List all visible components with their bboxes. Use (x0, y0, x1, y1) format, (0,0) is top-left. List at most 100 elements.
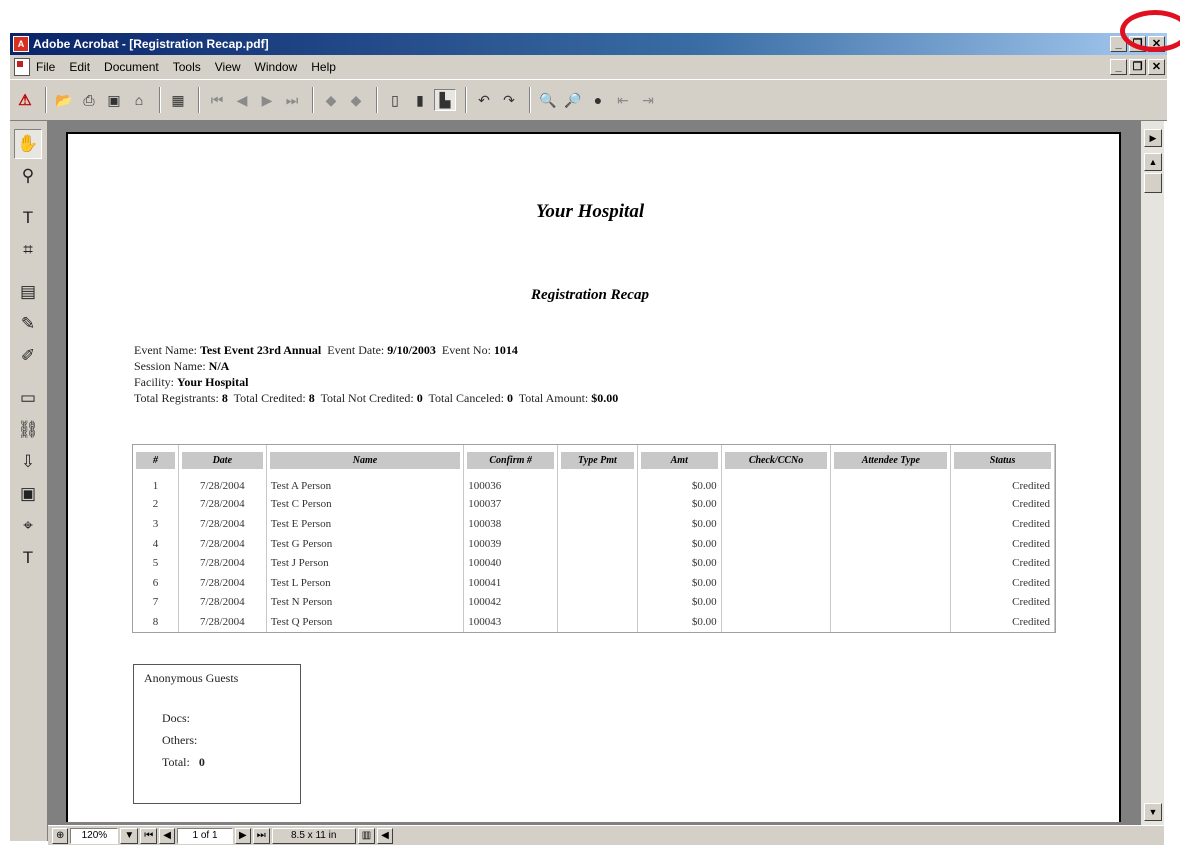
rotate-right-icon[interactable]: ↷ (498, 89, 520, 111)
totals-line: Total Registrants: 8 Total Credited: 8 T… (134, 391, 619, 405)
touchup-object-icon[interactable]: ⌖ (14, 511, 42, 541)
table-cell: 1 (133, 475, 179, 495)
rotate-left-icon[interactable]: ↶ (473, 89, 495, 111)
table-cell (831, 514, 952, 534)
table-cell: 4 (133, 533, 179, 554)
go-back-icon[interactable]: ◆ (320, 89, 342, 111)
col-confirm: Confirm # (467, 451, 555, 469)
open-icon[interactable]: 📂 (53, 89, 75, 111)
split-arrow-icon[interactable]: ▶ (1144, 129, 1162, 147)
session-name: N/A (208, 359, 230, 373)
fit-page-icon[interactable]: ▮ (409, 89, 431, 111)
document-icon[interactable] (14, 58, 30, 76)
menu-tools[interactable]: Tools (173, 60, 201, 74)
zoom-dropdown-icon[interactable]: ▼ (120, 827, 139, 844)
search-icon[interactable]: 🔎 (562, 89, 584, 111)
next-page-icon[interactable]: ▶ (256, 89, 278, 111)
table-cell (722, 572, 832, 593)
movie-tool-icon[interactable]: ▣ (14, 479, 42, 509)
event-name: Test Event 23rd Annual (199, 343, 322, 357)
table-row: 1 7/28/2004 Test A Person 100036 $0.00 Credit… (133, 475, 1055, 495)
article-tool-icon[interactable]: ⇩ (14, 447, 42, 477)
doc-restore-button[interactable]: ❐ (1129, 59, 1146, 75)
form-tool-icon[interactable]: ▭ (14, 383, 42, 413)
vertical-scrollbar[interactable]: ▶ ▲ ▼ (1140, 121, 1164, 825)
event-date: 9/10/2003 (387, 343, 436, 357)
table-cell (831, 475, 952, 495)
facility-line: Facility: Your Hospital (134, 375, 249, 389)
table-cell (722, 533, 832, 554)
table-row: 5 7/28/2004 Test J Person 100040 $0.00 Credit… (133, 553, 1055, 573)
table-cell: 100037 (464, 494, 559, 515)
page-number-field[interactable]: 1 of 1 (177, 827, 233, 844)
table-cell: Test E Person (267, 514, 465, 534)
scroll-up-button[interactable]: ▲ (1144, 153, 1162, 171)
event-info: Event Name: Test Event 23rd Annual Event… (134, 342, 618, 406)
col-attendee-type: Attendee Type (834, 451, 948, 469)
email-icon[interactable]: ⌂ (128, 89, 150, 111)
touchup-text-icon[interactable]: T (14, 543, 42, 573)
scroll-thumb[interactable] (1144, 173, 1162, 193)
pencil-tool-icon[interactable]: ✎ (14, 309, 42, 339)
highlight-tool-icon[interactable]: ✐ (14, 341, 42, 371)
status-next-page-button[interactable]: ▶ (235, 827, 251, 844)
table-row: 8 7/28/2004 Test Q Person 100043 $0.00 Credit… (133, 612, 1055, 632)
menu-document[interactable]: Document (104, 60, 159, 74)
print-icon[interactable]: ⎙ (78, 89, 100, 111)
crop-tool-icon[interactable]: ⌗ (14, 235, 42, 265)
table-cell: Credited (951, 494, 1055, 515)
table-cell (722, 494, 832, 515)
table-cell: 100036 (464, 475, 559, 495)
guests-docs: Docs: (162, 711, 190, 725)
doc-close-button[interactable]: ✕ (1148, 59, 1165, 75)
previous-page-icon[interactable]: ◀ (231, 89, 253, 111)
table-cell: Test Q Person (267, 612, 465, 632)
fit-width-icon[interactable]: ▙ (434, 89, 456, 111)
go-forward-icon[interactable]: ◆ (345, 89, 367, 111)
col-type-pmt: Type Pmt (561, 451, 634, 469)
facility-name: Your Hospital (177, 375, 249, 389)
table-cell (722, 592, 832, 613)
first-page-icon[interactable]: ⏮ (206, 89, 228, 111)
scroll-down-button[interactable]: ▼ (1144, 803, 1162, 821)
save-icon[interactable]: ▣ (103, 89, 125, 111)
status-previous-page-button[interactable]: ◀ (159, 827, 175, 844)
table-header: # Date Name Confirm # Type Pmt Amt Check… (133, 445, 1055, 475)
zoom-field[interactable]: 120% (70, 827, 119, 844)
table-cell: Test A Person (267, 475, 465, 495)
table-cell: $0.00 (638, 553, 722, 573)
table-cell: 7/28/2004 (179, 572, 267, 593)
find-icon[interactable]: 🔍 (537, 89, 559, 111)
table-cell: 7/28/2004 (179, 475, 267, 495)
table-cell: Test N Person (267, 592, 465, 613)
acrobat-app-icon[interactable]: A (13, 36, 29, 52)
table-cell: 8 (133, 612, 179, 632)
status-last-page-button[interactable]: ⏭ (252, 827, 270, 844)
zoom-icon[interactable]: ⊕ (52, 827, 69, 844)
menu-window[interactable]: Window (255, 60, 298, 74)
link-tool-icon[interactable]: ⛓ (14, 415, 42, 445)
registration-table: # Date Name Confirm # Type Pmt Amt Check… (132, 444, 1056, 633)
horizontal-scroll-left[interactable]: ◀ (377, 827, 393, 844)
actual-size-icon[interactable]: ▯ (384, 89, 406, 111)
next-highlight-icon[interactable]: ⇥ (637, 89, 659, 111)
table-row: 7 7/28/2004 Test N Person 100042 $0.00 Credit… (133, 592, 1055, 613)
zoom-tool-icon[interactable]: ⚲ (14, 161, 42, 191)
search-results-icon[interactable]: ● (587, 89, 609, 111)
menu-view[interactable]: View (215, 60, 241, 74)
table-cell: 7/28/2004 (179, 612, 267, 632)
page-layout-icon[interactable]: ▥ (357, 827, 376, 844)
doc-minimize-button[interactable]: _ (1110, 59, 1127, 75)
table-cell: Test C Person (267, 494, 465, 515)
menu-help[interactable]: Help (311, 60, 336, 74)
previous-highlight-icon[interactable]: ⇤ (612, 89, 634, 111)
hand-tool-icon[interactable]: ✋ (14, 129, 42, 159)
menu-file[interactable]: File (36, 60, 55, 74)
last-page-icon[interactable]: ⏭ (281, 89, 303, 111)
guests-others: Others: (162, 733, 198, 747)
status-bar: ⊕ 120% ▼ ⏮ ◀ 1 of 1 ▶ ⏭ 8.5 x 11 in ▥ ◀ (48, 825, 1164, 845)
status-first-page-button[interactable]: ⏮ (140, 827, 158, 844)
thumbnails-icon[interactable]: ▦ (167, 89, 189, 111)
highlight-circle (1120, 10, 1180, 52)
menu-edit[interactable]: Edit (69, 60, 90, 74)
